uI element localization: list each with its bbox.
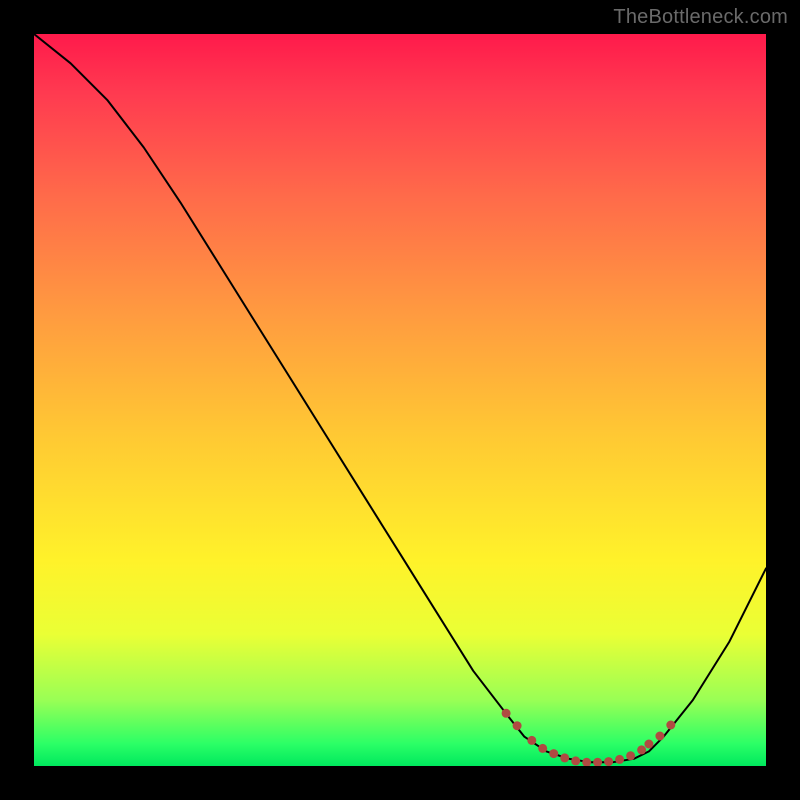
trough-marker-dot [615, 755, 624, 764]
trough-marker-dot [666, 721, 675, 730]
trough-marker-dot [637, 745, 646, 754]
bottleneck-curve [34, 34, 766, 762]
trough-marker-dot [593, 758, 602, 766]
trough-marker-dot [571, 756, 580, 765]
trough-marker-dot [582, 758, 591, 766]
trough-marker-dot [527, 736, 536, 745]
plot-area [34, 34, 766, 766]
trough-marker-dot [549, 749, 558, 758]
trough-marker-dot [502, 709, 511, 718]
trough-marker-dot [644, 740, 653, 749]
curve-layer [34, 34, 766, 766]
trough-marker-dot [626, 751, 635, 760]
trough-marker-dot [604, 757, 613, 766]
chart-frame: TheBottleneck.com [0, 0, 800, 800]
watermark-text: TheBottleneck.com [613, 6, 788, 29]
trough-marker-dot [560, 753, 569, 762]
trough-marker-dot [538, 744, 547, 753]
trough-marker-dot [513, 721, 522, 730]
trough-markers [502, 709, 676, 766]
trough-marker-dot [655, 732, 664, 741]
